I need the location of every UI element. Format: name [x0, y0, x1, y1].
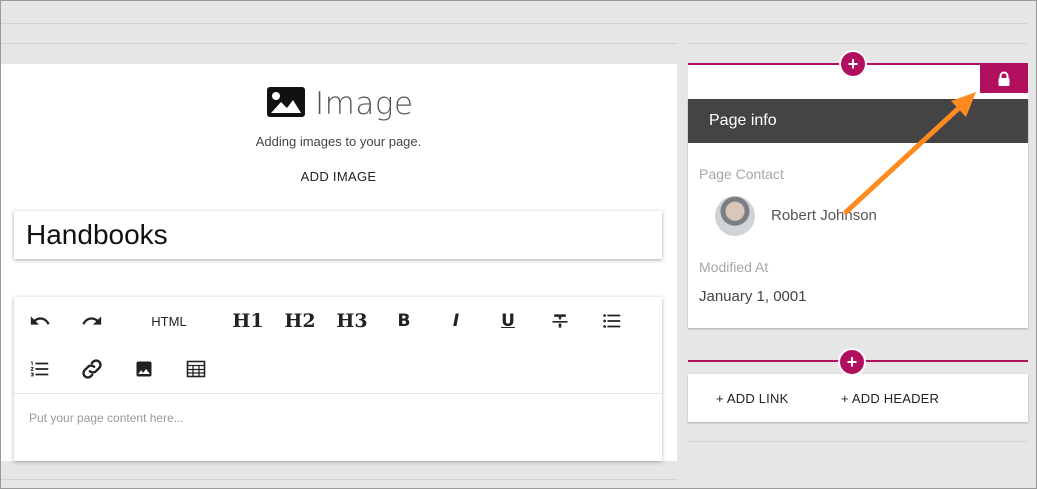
bullet-list-icon [603, 314, 621, 328]
numbered-list-icon [30, 361, 49, 377]
modified-at-label: Modified At [699, 259, 769, 275]
redo-button[interactable] [78, 307, 106, 335]
image-icon [266, 86, 306, 123]
undo-icon [30, 316, 50, 325]
table-button[interactable] [184, 355, 208, 383]
strikethrough-button[interactable] [548, 307, 572, 335]
page-info-panel: Page info Page Contact Robert Johnson Mo… [688, 99, 1028, 328]
add-link-button[interactable]: + ADD LINK [716, 391, 788, 406]
underline-button[interactable]: U [496, 307, 520, 335]
editor-content-area[interactable]: Put your page content here... [29, 411, 184, 425]
numbered-list-button[interactable] [28, 355, 52, 383]
bullet-list-button[interactable] [600, 307, 624, 335]
bold-button[interactable]: B [392, 307, 416, 335]
page-title-input[interactable] [14, 211, 662, 259]
divider [0, 23, 1028, 24]
add-section-button[interactable]: + [838, 348, 866, 376]
divider [0, 43, 677, 44]
divider [0, 479, 677, 480]
redo-icon [82, 316, 102, 325]
undo-button[interactable] [26, 307, 54, 335]
strikethrough-icon [552, 314, 568, 328]
table-icon [186, 360, 206, 378]
heading-1-button[interactable]: H1 [230, 307, 266, 335]
rich-text-editor: HTML H1 H2 H3 B I U Put your page conten… [14, 297, 662, 461]
divider [688, 441, 1028, 442]
italic-button[interactable]: I [444, 307, 468, 335]
insert-image-button[interactable] [132, 355, 156, 383]
add-image-button[interactable]: ADD IMAGE [0, 169, 677, 184]
image-widget-title: Image [315, 86, 414, 122]
content-card: Image Adding images to your page. ADD IM… [0, 64, 677, 461]
html-button[interactable]: HTML [144, 307, 194, 335]
avatar [715, 196, 755, 236]
divider [688, 43, 1028, 44]
link-button[interactable] [78, 355, 106, 383]
add-header-button[interactable]: + ADD HEADER [841, 391, 939, 406]
image-widget-subtitle: Adding images to your page. [255, 134, 422, 149]
contact-name: Robert Johnson [771, 207, 877, 224]
lock-button[interactable] [980, 64, 1028, 93]
lock-icon [998, 71, 1010, 86]
editor-divider [14, 393, 662, 394]
links-card: + ADD LINK + ADD HEADER [688, 374, 1028, 422]
image-icon [136, 361, 152, 377]
heading-2-button[interactable]: H2 [282, 307, 318, 335]
link-icon [82, 359, 102, 379]
heading-3-button[interactable]: H3 [334, 307, 370, 335]
add-section-button[interactable]: + [839, 50, 867, 78]
modified-at-value: January 1, 0001 [699, 288, 807, 305]
page-info-header: Page info [688, 99, 1028, 143]
image-widget-title-row: Image [266, 86, 414, 122]
page-contact-label: Page Contact [699, 166, 784, 182]
